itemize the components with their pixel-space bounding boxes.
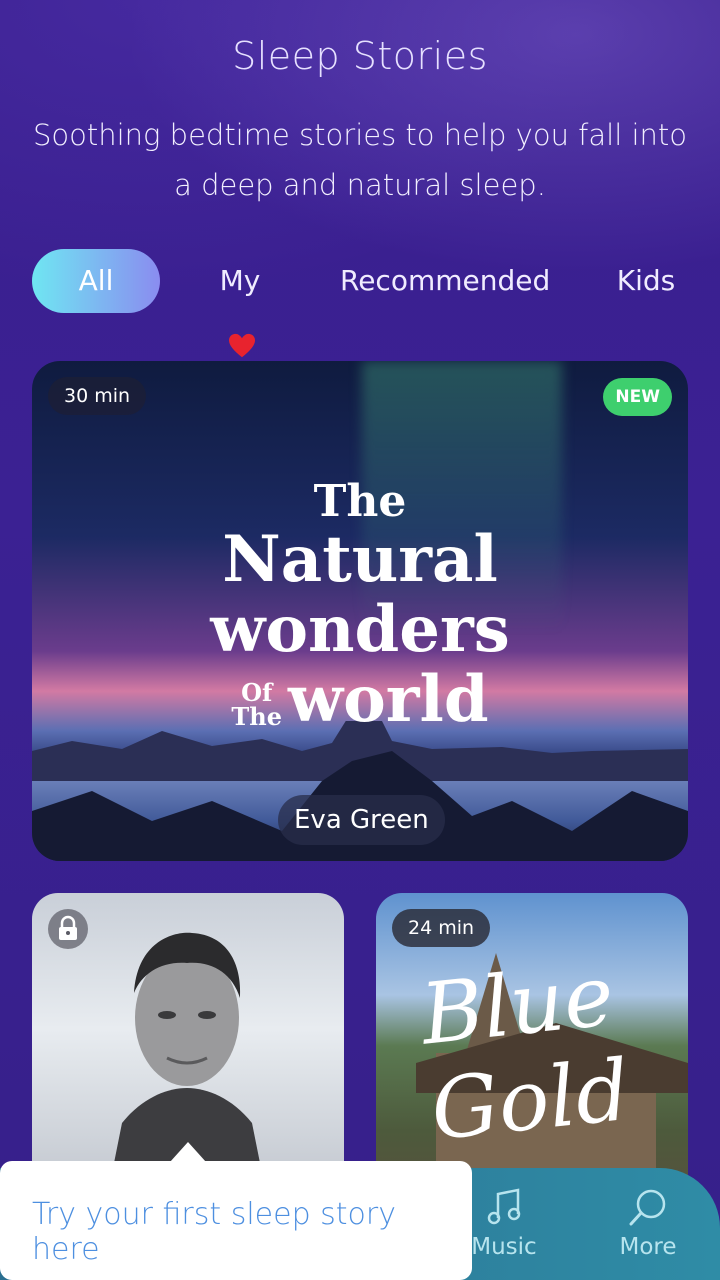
tab-my-label: My bbox=[219, 264, 261, 297]
featured-title-the: The bbox=[231, 701, 282, 731]
nav-music-label: Music bbox=[471, 1234, 537, 1260]
featured-title-line2: Natural bbox=[222, 522, 498, 597]
tab-recommended-label: Recommended bbox=[340, 264, 551, 297]
new-badge: NEW bbox=[603, 378, 672, 416]
tooltip-text: Try your first sleep story here bbox=[32, 1197, 396, 1267]
lock-icon bbox=[48, 909, 88, 949]
tooltip-arrow bbox=[170, 1142, 206, 1162]
nav-more-label: More bbox=[619, 1234, 677, 1260]
tab-all-label: All bbox=[78, 264, 114, 297]
featured-title-line1: The bbox=[313, 476, 407, 527]
tab-my[interactable]: My bbox=[200, 249, 280, 358]
category-tabs: All My Recommended Kids bbox=[32, 249, 702, 358]
page-subtitle: Soothing bedtime stories to help you fal… bbox=[32, 118, 688, 202]
onboarding-tooltip[interactable]: Try your first sleep story here bbox=[0, 1161, 472, 1280]
search-icon bbox=[629, 1189, 666, 1226]
narrator-portrait bbox=[112, 932, 262, 1173]
tab-kids[interactable]: Kids bbox=[612, 249, 680, 313]
narrator-label: Eva Green bbox=[278, 795, 445, 845]
tab-kids-label: Kids bbox=[616, 264, 676, 297]
music-note-icon bbox=[487, 1188, 521, 1225]
featured-title-world: world bbox=[288, 662, 489, 737]
nav-more[interactable]: More bbox=[588, 1168, 708, 1280]
heart-icon bbox=[229, 333, 255, 358]
story-title: Blue Gold bbox=[417, 940, 688, 1159]
featured-title: The Natural wonders Of The world bbox=[32, 479, 688, 735]
duration-badge: 24 min bbox=[392, 909, 491, 947]
featured-title-line4: Of The world bbox=[32, 665, 688, 735]
tab-recommended[interactable]: Recommended bbox=[340, 249, 550, 313]
featured-title-line3: wonders bbox=[210, 592, 510, 667]
featured-story-card[interactable]: The Natural wonders Of The world 30 min … bbox=[32, 361, 688, 861]
duration-badge: 30 min bbox=[48, 377, 147, 415]
tab-all[interactable]: All bbox=[32, 249, 160, 313]
page-title: Sleep Stories bbox=[232, 34, 488, 78]
featured-title-of-the: Of The bbox=[231, 680, 282, 731]
